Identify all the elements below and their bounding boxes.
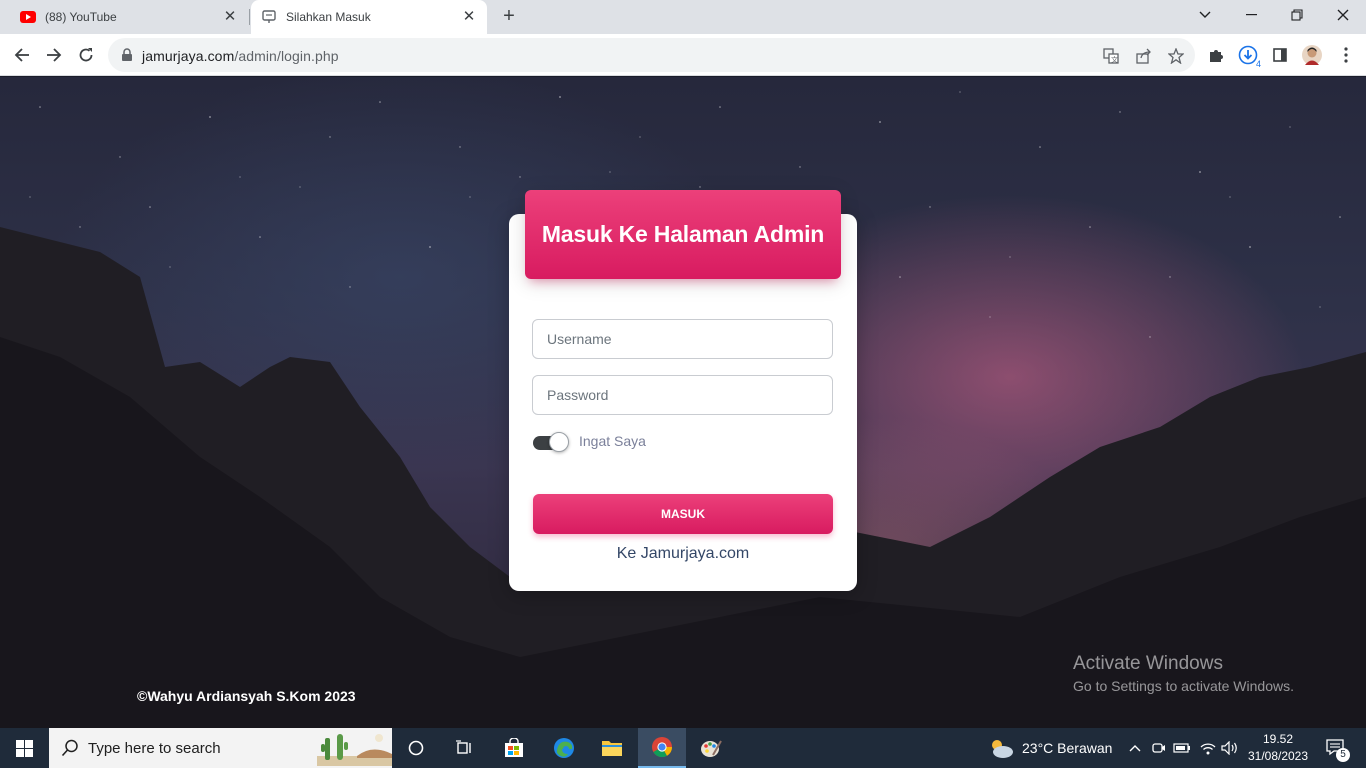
downloads-icon[interactable]: 4	[1238, 45, 1261, 69]
page-icon	[261, 9, 277, 25]
profile-avatar-icon[interactable]	[1302, 45, 1322, 65]
windows-logo-icon	[16, 739, 33, 757]
partly-cloudy-icon	[992, 740, 1013, 758]
notification-badge: 5	[1336, 748, 1350, 762]
cortana-icon[interactable]	[398, 728, 434, 768]
notification-center-icon[interactable]: 5	[1322, 728, 1350, 768]
svg-text:文: 文	[1111, 55, 1118, 64]
tab-title: Silahkan Masuk	[286, 10, 371, 24]
tab-title: (88) YouTube	[45, 10, 117, 24]
edge-browser-icon[interactable]	[546, 728, 582, 768]
volume-icon[interactable]	[1220, 728, 1240, 768]
share-icon[interactable]	[1135, 47, 1153, 65]
url-path: /admin/login.php	[234, 48, 339, 64]
login-title: Masuk Ke Halaman Admin	[541, 221, 825, 247]
file-explorer-icon[interactable]	[594, 728, 630, 768]
download-count: 4	[1255, 59, 1261, 69]
tab-search-chevron-icon[interactable]	[1182, 0, 1228, 30]
meet-now-icon[interactable]	[1150, 728, 1168, 768]
login-submit-button[interactable]: MASUK	[533, 494, 833, 534]
clock-time: 19.52	[1262, 732, 1294, 746]
menu-kebab-icon[interactable]	[1336, 45, 1356, 65]
password-input[interactable]	[533, 376, 832, 414]
login-layer: Masuk Ke Halaman Admin Ingat Saya MASUK …	[0, 77, 1366, 728]
translate-icon[interactable]: 文	[1102, 47, 1120, 65]
close-tab-icon[interactable]: ✕	[222, 9, 238, 25]
reload-button[interactable]	[74, 43, 98, 67]
minimize-button[interactable]	[1228, 0, 1274, 30]
browser-tab-bar: (88) YouTube ✕ Silahkan Masuk ✕ +	[0, 0, 1366, 34]
toggle-knob	[549, 432, 569, 452]
clock-date: 31/08/2023	[1247, 749, 1309, 763]
windows-taskbar: Type here to search 23°C Berawan 19.52 3…	[0, 728, 1366, 768]
task-view-icon[interactable]	[446, 728, 482, 768]
lock-icon[interactable]	[120, 48, 134, 62]
restore-button[interactable]	[1274, 0, 1320, 30]
weather-widget[interactable]: 23°C Berawan	[987, 728, 1117, 768]
back-button[interactable]	[10, 43, 34, 67]
home-site-link[interactable]: Ke Jamurjaya.com	[509, 545, 857, 563]
username-input[interactable]	[533, 320, 832, 358]
side-panel-icon[interactable]	[1270, 45, 1290, 65]
address-bar[interactable]: jamurjaya.com/admin/login.php 文	[108, 38, 1195, 72]
home-link-text[interactable]: Ke Jamurjaya.com	[617, 545, 750, 562]
url-host: jamurjaya.com	[142, 48, 235, 64]
tab-divider	[249, 9, 250, 25]
chrome-taskbar-icon[interactable]	[638, 728, 686, 768]
tab-youtube[interactable]: (88) YouTube ✕	[0, 0, 248, 34]
bookmark-star-icon[interactable]	[1167, 47, 1185, 65]
wifi-icon[interactable]	[1198, 728, 1218, 768]
start-button[interactable]	[0, 728, 49, 768]
login-card-header: Masuk Ke Halaman Admin	[525, 190, 841, 279]
extensions-puzzle-icon[interactable]	[1206, 45, 1226, 65]
tab-active-login[interactable]: Silahkan Masuk ✕	[251, 0, 487, 34]
show-hidden-icons-chevron-icon[interactable]	[1126, 728, 1144, 768]
youtube-icon	[20, 9, 36, 25]
forward-button[interactable]	[42, 43, 66, 67]
remember-me-toggle[interactable]	[533, 432, 569, 452]
username-field[interactable]	[532, 319, 833, 359]
search-highlight-cactus-icon	[317, 730, 392, 768]
taskbar-search-box[interactable]: Type here to search	[49, 728, 392, 768]
search-placeholder: Type here to search	[88, 740, 221, 757]
remember-me-label[interactable]: Ingat Saya	[579, 433, 646, 449]
url-text[interactable]: jamurjaya.com/admin/login.php	[142, 48, 339, 64]
microsoft-store-icon[interactable]	[496, 728, 532, 768]
search-icon	[61, 739, 79, 762]
browser-toolbar: jamurjaya.com/admin/login.php 文 4	[0, 34, 1366, 76]
close-tab-icon[interactable]: ✕	[461, 9, 477, 25]
paint-app-icon[interactable]	[693, 728, 729, 768]
password-field[interactable]	[532, 375, 833, 415]
taskbar-clock[interactable]: 19.52 31/08/2023	[1240, 731, 1316, 765]
new-tab-button[interactable]: +	[497, 5, 521, 29]
weather-text: 23°C Berawan	[1022, 740, 1113, 756]
close-window-button[interactable]	[1320, 0, 1366, 30]
battery-icon[interactable]	[1172, 728, 1192, 768]
